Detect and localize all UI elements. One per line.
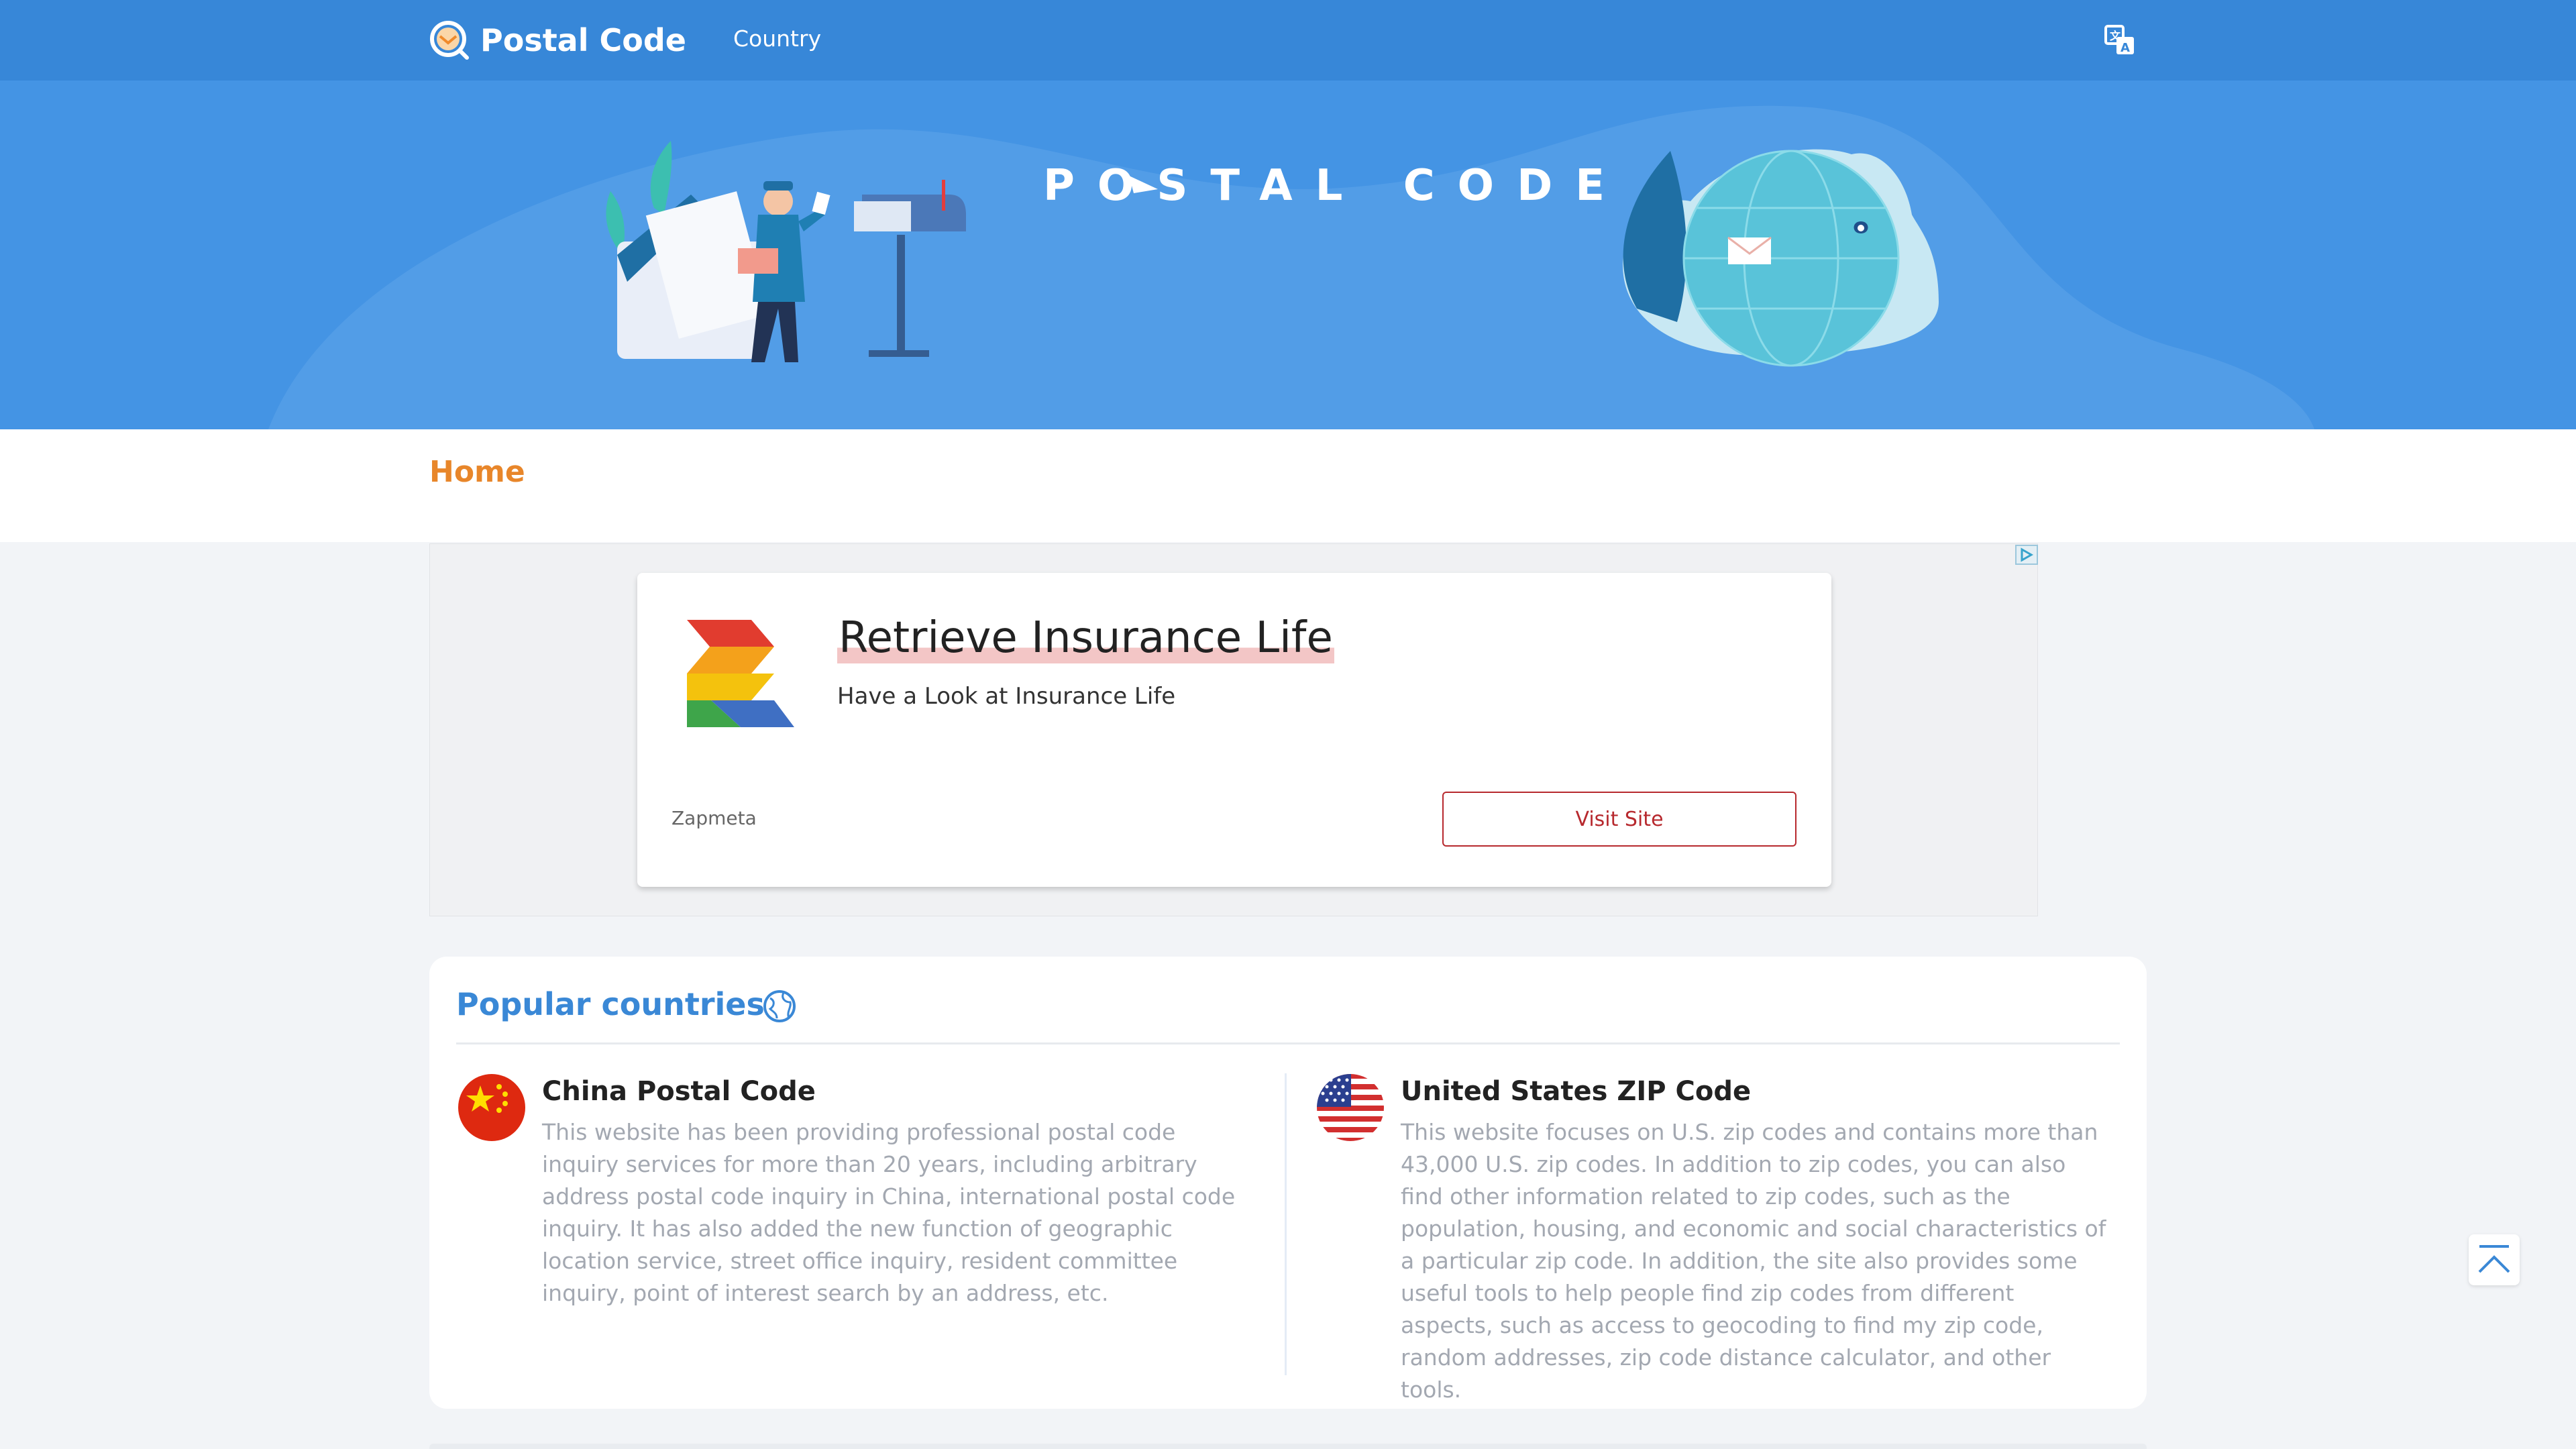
ad-subtitle: Have a Look at Insurance Life xyxy=(837,683,1176,710)
visit-site-button[interactable]: Visit Site xyxy=(1442,792,1796,847)
china-flag-icon[interactable] xyxy=(458,1073,526,1142)
ad-choices-icon[interactable] xyxy=(2015,545,2038,565)
nav-country-link[interactable]: Country xyxy=(733,25,821,52)
section-divider xyxy=(456,1042,2120,1044)
chevron-up-icon xyxy=(2478,1245,2510,1273)
us-zip-code-link[interactable]: United States ZIP Code xyxy=(1401,1076,1751,1107)
ad-brand-name: Zapmeta xyxy=(672,807,757,829)
breadcrumb-home-link[interactable]: Home xyxy=(429,455,525,489)
us-flag-icon[interactable] xyxy=(1316,1073,1385,1142)
top-navbar xyxy=(0,0,2576,80)
translate-icon[interactable]: 文 A xyxy=(2104,24,2136,56)
globe-icon xyxy=(763,990,796,1022)
next-section-edge xyxy=(429,1444,2147,1449)
site-logo[interactable]: Postal Code xyxy=(429,20,686,60)
postal-logo-icon xyxy=(430,21,469,60)
svg-text:A: A xyxy=(2121,41,2130,55)
hero-title: POSTAL CODE xyxy=(1043,161,1627,211)
back-to-top-button[interactable] xyxy=(2469,1234,2520,1285)
ad-brand-logo-icon xyxy=(687,620,794,727)
popular-countries-title: Popular countries xyxy=(456,986,765,1022)
svg-text:文: 文 xyxy=(2110,30,2121,42)
site-title: Postal Code xyxy=(480,22,686,58)
hero-illustration xyxy=(268,105,2314,429)
column-divider xyxy=(1285,1073,1287,1375)
china-postal-code-link[interactable]: China Postal Code xyxy=(542,1076,816,1107)
china-description: This website has been providing professi… xyxy=(542,1119,1236,1306)
breadcrumb-bar xyxy=(0,429,2576,542)
us-description: This website focuses on U.S. zip codes a… xyxy=(1401,1119,2106,1403)
ad-title[interactable]: Retrieve Insurance Life xyxy=(837,613,1334,663)
hero-banner xyxy=(0,80,2576,429)
